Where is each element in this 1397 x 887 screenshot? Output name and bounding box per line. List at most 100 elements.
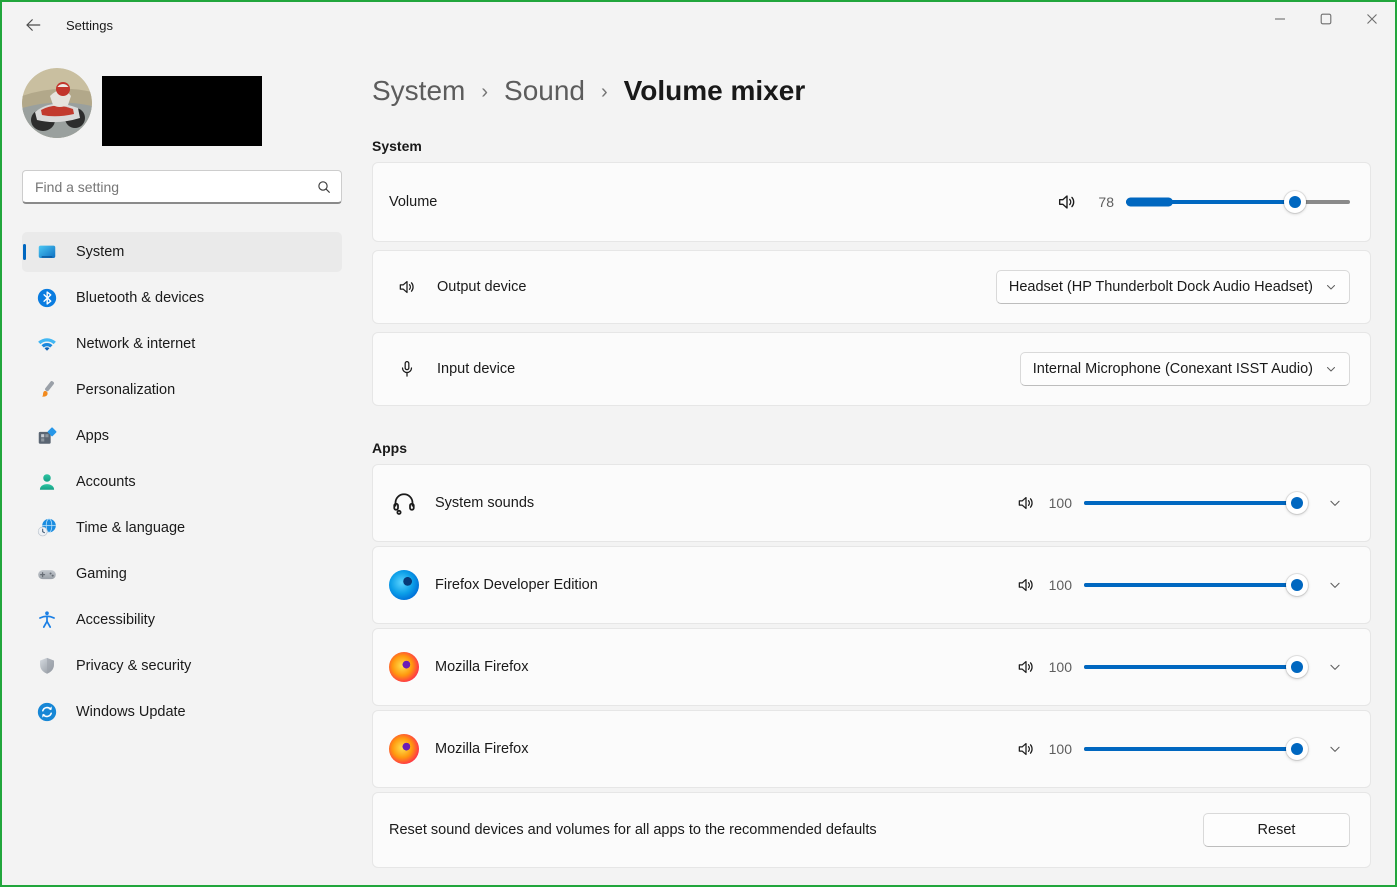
- breadcrumb-system[interactable]: System: [372, 75, 465, 107]
- firefox-icon: [389, 734, 419, 764]
- system-icon: [36, 241, 58, 263]
- speaker-icon: [1016, 657, 1036, 677]
- app-row-mozilla-firefox: Mozilla Firefox 100: [372, 628, 1371, 706]
- sidebar-item-label: System: [76, 244, 125, 260]
- output-device-dropdown[interactable]: Headset (HP Thunderbolt Dock Audio Heads…: [995, 270, 1350, 304]
- sidebar-item-accessibility[interactable]: Accessibility: [22, 600, 342, 640]
- sidebar-item-privacy-security[interactable]: Privacy & security: [22, 646, 342, 686]
- expand-row-button[interactable]: [1320, 570, 1350, 600]
- sidebar: System Bluetooth & devices Network & int…: [2, 48, 362, 885]
- speaker-icon: [1016, 493, 1036, 513]
- expand-row-button[interactable]: [1320, 652, 1350, 682]
- search-icon: [316, 179, 332, 195]
- app-row-system-sounds: System sounds 100: [372, 464, 1371, 542]
- slider-thumb[interactable]: [1283, 191, 1306, 213]
- gaming-icon: [36, 563, 58, 585]
- search-input[interactable]: [22, 170, 342, 204]
- speaker-icon: [1016, 739, 1036, 759]
- close-button[interactable]: [1349, 2, 1395, 36]
- network-icon: [36, 333, 58, 355]
- slider-thumb[interactable]: [1286, 574, 1308, 596]
- app-row-firefox-developer: Firefox Developer Edition 100: [372, 546, 1371, 624]
- windows-update-icon: [36, 701, 58, 723]
- firefox-developer-icon: [389, 570, 419, 600]
- breadcrumb-separator: ›: [601, 80, 608, 103]
- app-name: Firefox Developer Edition: [435, 577, 598, 593]
- sidebar-item-label: Network & internet: [76, 336, 196, 352]
- slider-thumb[interactable]: [1286, 738, 1308, 760]
- app-volume-value: 100: [1048, 577, 1072, 593]
- input-device-dropdown[interactable]: Internal Microphone (Conexant ISST Audio…: [1019, 352, 1350, 386]
- app-name: System sounds: [435, 495, 535, 511]
- close-icon: [1366, 13, 1378, 25]
- maximize-button[interactable]: [1303, 2, 1349, 36]
- chevron-down-icon: [1325, 281, 1337, 293]
- app-name: Mozilla Firefox: [435, 659, 529, 675]
- user-name-redacted: [102, 76, 262, 146]
- slider-fill: [1084, 501, 1297, 505]
- sidebar-item-label: Privacy & security: [76, 658, 192, 674]
- search-box: [22, 170, 342, 204]
- system-volume-slider[interactable]: [1126, 190, 1350, 214]
- titlebar: Settings: [2, 2, 1395, 48]
- expand-row-button[interactable]: [1320, 734, 1350, 764]
- main-content: System › Sound › Volume mixer System Vol…: [362, 48, 1395, 885]
- headset-icon: [389, 488, 419, 518]
- app-volume-slider[interactable]: [1084, 655, 1308, 679]
- app-volume-slider[interactable]: [1084, 491, 1308, 515]
- sidebar-item-apps[interactable]: Apps: [22, 416, 342, 456]
- expand-row-button[interactable]: [1320, 488, 1350, 518]
- accounts-icon: [36, 471, 58, 493]
- volume-value: 78: [1098, 194, 1114, 210]
- speaker-icon: [397, 277, 417, 297]
- slider-thumb[interactable]: [1286, 656, 1308, 678]
- accessibility-icon: [36, 609, 58, 631]
- user-profile: [22, 68, 342, 146]
- window-title: Settings: [66, 17, 113, 33]
- maximize-icon: [1320, 13, 1332, 25]
- microphone-icon: [397, 359, 417, 379]
- bluetooth-icon: [36, 287, 58, 309]
- sidebar-item-bluetooth-devices[interactable]: Bluetooth & devices: [22, 278, 342, 318]
- minimize-icon: [1274, 13, 1286, 25]
- sidebar-item-system[interactable]: System: [22, 232, 342, 272]
- app-volume-slider[interactable]: [1084, 573, 1308, 597]
- reset-button[interactable]: Reset: [1203, 813, 1350, 847]
- sidebar-item-label: Personalization: [76, 382, 176, 398]
- breadcrumb-separator: ›: [481, 80, 489, 103]
- sidebar-item-label: Bluetooth & devices: [76, 290, 205, 306]
- sidebar-item-label: Gaming: [76, 566, 127, 582]
- sidebar-item-network-internet[interactable]: Network & internet: [22, 324, 342, 364]
- personalization-icon: [36, 379, 58, 401]
- breadcrumb-sound[interactable]: Sound: [504, 75, 585, 107]
- sidebar-item-time-language[interactable]: Time & language: [22, 508, 342, 548]
- chevron-down-icon: [1325, 363, 1337, 375]
- chevron-down-icon: [1328, 660, 1342, 674]
- avatar: [22, 68, 92, 138]
- chevron-down-icon: [1328, 496, 1342, 510]
- sidebar-item-label: Windows Update: [76, 704, 186, 720]
- apps-icon: [36, 425, 58, 447]
- output-device-selected: Headset (HP Thunderbolt Dock Audio Heads…: [1008, 279, 1313, 295]
- settings-window: Settings Find a setting System Bluetooth…: [0, 0, 1397, 887]
- slider-fill: [1084, 747, 1297, 751]
- section-header-system: System: [372, 138, 422, 154]
- reset-description: Reset sound devices and volumes for all …: [389, 822, 877, 838]
- sidebar-item-windows-update[interactable]: Windows Update: [22, 692, 342, 732]
- input-device-label: Input device: [437, 361, 516, 377]
- slider-thumb[interactable]: [1286, 492, 1308, 514]
- sidebar-item-accounts[interactable]: Accounts: [22, 462, 342, 502]
- output-device-label: Output device: [437, 279, 527, 295]
- time-language-icon: [36, 517, 58, 539]
- sidebar-item-label: Accessibility: [76, 612, 155, 628]
- app-volume-slider[interactable]: [1084, 737, 1308, 761]
- minimize-button[interactable]: [1257, 2, 1303, 36]
- back-button[interactable]: [16, 10, 50, 40]
- sidebar-item-personalization[interactable]: Personalization: [22, 370, 342, 410]
- sidebar-item-label: Apps: [76, 428, 110, 444]
- input-device-selected: Internal Microphone (Conexant ISST Audio…: [1032, 361, 1313, 377]
- sidebar-item-label: Time & language: [76, 520, 186, 536]
- sidebar-item-gaming[interactable]: Gaming: [22, 554, 342, 594]
- page-title: Volume mixer: [623, 75, 806, 106]
- system-volume-row: Volume 78: [372, 162, 1371, 242]
